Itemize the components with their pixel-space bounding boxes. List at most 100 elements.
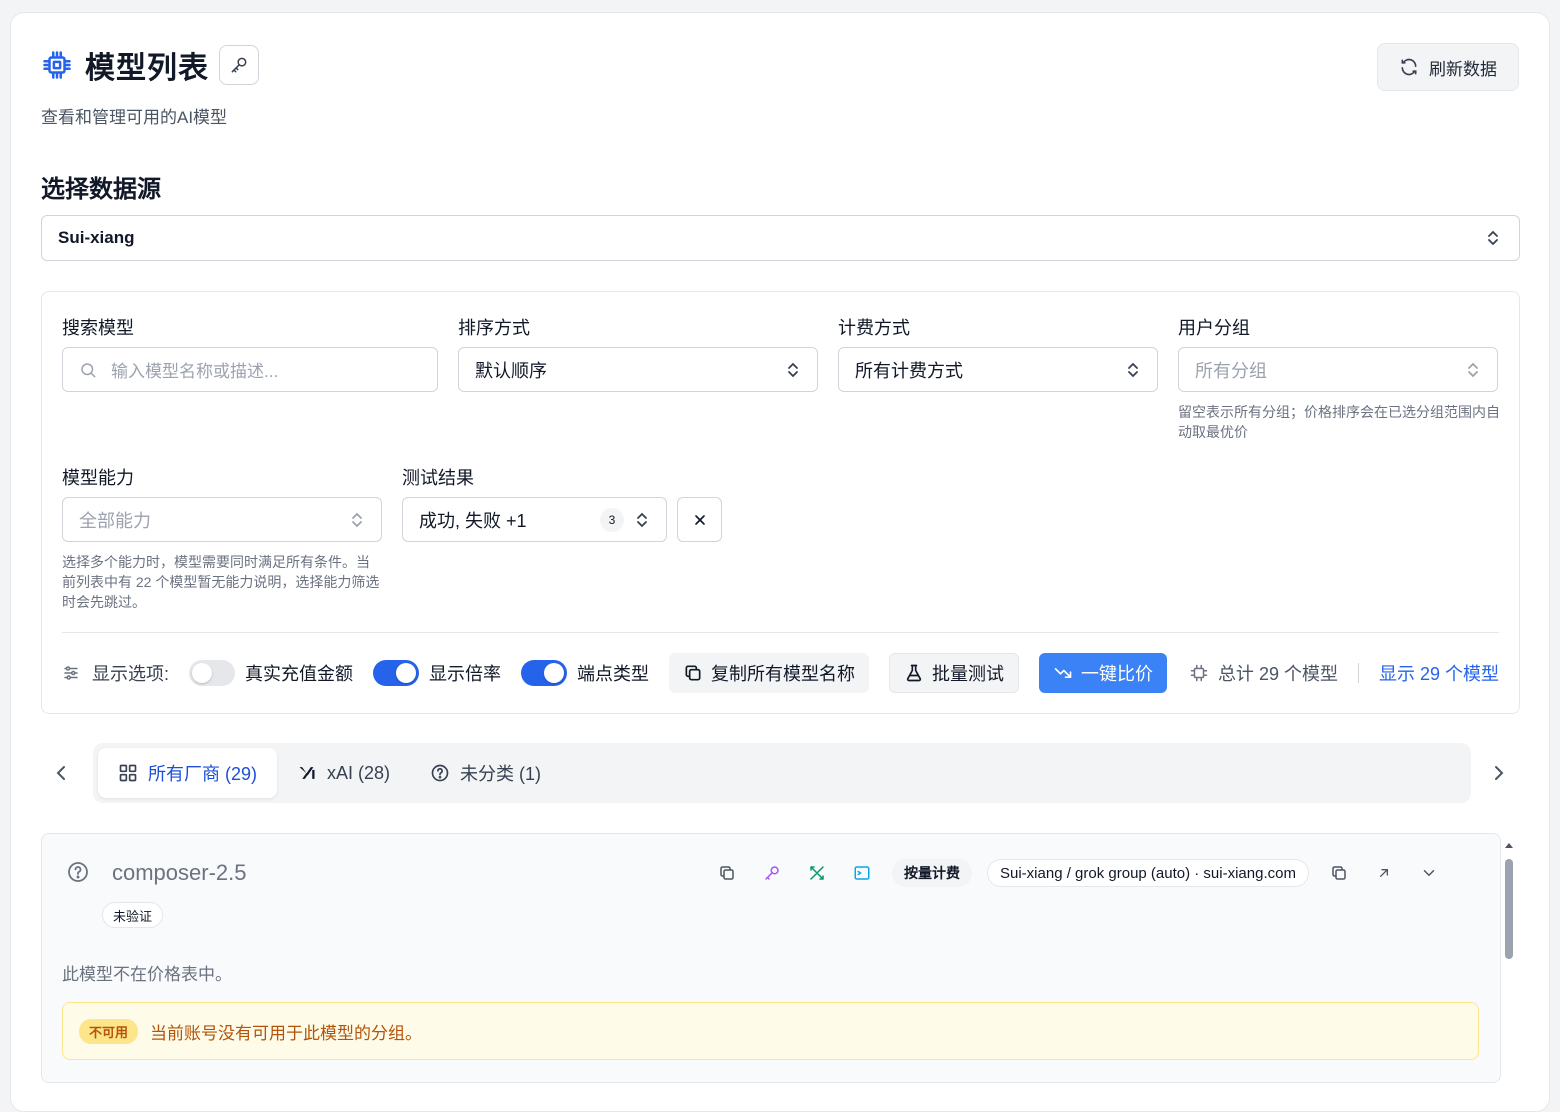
copy-icon — [720, 866, 734, 880]
tab-uncategorized[interactable]: 未分类 (1) — [410, 748, 561, 798]
tab-xai[interactable]: xAI (28) — [277, 748, 410, 798]
unavailable-badge: 不可用 — [79, 1018, 139, 1044]
open-external-button[interactable] — [1369, 858, 1399, 888]
arrow-up-right-icon — [1379, 869, 1388, 877]
real-recharge-toggle[interactable] — [189, 660, 236, 686]
endpoint-type-label: 端点类型 — [577, 664, 650, 684]
status-badge: 未验证 — [102, 902, 164, 928]
expand-card-button[interactable] — [1414, 858, 1444, 888]
question-circle-icon — [66, 860, 90, 889]
tabs-scroll-left-button[interactable] — [53, 761, 69, 790]
capability-label: 模型能力 — [62, 468, 134, 488]
batch-test-button[interactable]: 批量测试 — [889, 653, 1020, 693]
group-hint: 留空表示所有分组；价格排序会在已选分组范围内自动取最优价 — [1178, 404, 1500, 440]
capability-select-placeholder: 全部能力 — [79, 510, 151, 531]
vendor-tabs: 所有厂商 (29) xAI (28) 未分类 (1) — [93, 743, 1471, 803]
tabs-scroll-right-button[interactable] — [1491, 761, 1507, 790]
chevron-right-icon — [1495, 766, 1504, 780]
chevron-updown-icon — [352, 512, 362, 527]
show-ratio-label: 显示倍率 — [429, 664, 502, 684]
api-key-button[interactable] — [219, 45, 259, 85]
source-select[interactable]: Sui-xiang — [41, 215, 1520, 261]
search-label: 搜索模型 — [62, 318, 134, 338]
chevron-down-icon — [1423, 870, 1435, 877]
refresh-button-label: 刷新数据 — [1429, 59, 1497, 79]
group-select-placeholder: 所有分组 — [1195, 360, 1267, 381]
page-subtitle: 查看和管理可用的AI模型 — [41, 108, 228, 127]
billing-select[interactable]: 所有计费方式 — [838, 347, 1158, 392]
stats-divider — [1357, 663, 1359, 683]
filter-divider — [62, 632, 1499, 633]
source-section-title: 选择数据源 — [41, 176, 161, 203]
tab-xai-label: xAI (28) — [327, 762, 391, 783]
display-options-row: 显示选项: 真实充值金额 显示倍率 端点类型 复制所有模型名称 批量测试 一键比… — [62, 652, 1499, 694]
chip-icon — [41, 49, 73, 81]
model-name: composer-2.5 — [112, 860, 247, 885]
model-terminal-button[interactable] — [847, 858, 877, 888]
price-note: 此模型不在价格表中。 — [62, 965, 232, 984]
unavailable-text: 当前账号没有可用于此模型的分组。 — [150, 1023, 423, 1043]
test-result-select[interactable]: 成功, 失败 +1 3 — [402, 497, 667, 542]
group-select[interactable]: 所有分组 — [1178, 347, 1498, 392]
display-options-label: 显示选项: — [92, 664, 170, 684]
terminal-icon — [854, 866, 870, 880]
model-key-button[interactable] — [757, 858, 787, 888]
title-row: 模型列表 — [41, 43, 259, 87]
test-result-count-badge: 3 — [600, 507, 624, 532]
copy-icon — [685, 665, 701, 681]
chevron-updown-icon — [1128, 362, 1138, 377]
sort-select[interactable]: 默认顺序 — [458, 347, 818, 392]
chevron-updown-icon — [1488, 230, 1498, 246]
search-placeholder: 输入模型名称或描述... — [111, 362, 279, 381]
batch-test-label: 批量测试 — [932, 664, 1005, 684]
capability-select[interactable]: 全部能力 — [62, 497, 382, 542]
shown-models-text: 显示 29 个模型 — [1378, 664, 1499, 684]
chip-icon — [1190, 664, 1208, 682]
tools-icon — [810, 866, 824, 880]
content-scrollbar[interactable] — [1503, 837, 1515, 1097]
billing-label: 计费方式 — [838, 318, 910, 338]
tab-all-vendors-label: 所有厂商 (29) — [148, 764, 258, 784]
page-title: 模型列表 — [85, 52, 209, 85]
clear-test-result-button[interactable] — [677, 497, 722, 542]
test-result-value: 成功, 失败 +1 — [419, 510, 527, 531]
copy-icon — [1332, 866, 1346, 880]
chevron-updown-icon — [637, 512, 647, 527]
question-circle-icon — [431, 764, 449, 782]
endpoint-badge: Sui-xiang / grok group (auto) · sui-xian… — [987, 859, 1309, 887]
chevron-left-icon — [56, 766, 65, 780]
copy-all-names-label: 复制所有模型名称 — [711, 664, 856, 684]
refresh-icon — [1401, 58, 1417, 76]
key-icon — [231, 57, 247, 73]
key-icon — [765, 866, 779, 880]
close-icon — [694, 514, 705, 525]
show-ratio-toggle[interactable] — [373, 660, 420, 686]
compare-price-button[interactable]: 一键比价 — [1039, 653, 1168, 693]
sliders-icon — [64, 666, 78, 680]
scrollbar-thumb[interactable] — [1505, 859, 1513, 959]
chevron-updown-icon — [1468, 362, 1478, 377]
sort-select-value: 默认顺序 — [475, 360, 547, 381]
total-models-text: 总计 29 个模型 — [1217, 664, 1338, 684]
trending-down-icon — [1054, 668, 1072, 678]
search-icon — [81, 362, 96, 377]
group-label: 用户分组 — [1178, 318, 1250, 338]
copy-all-names-button[interactable]: 复制所有模型名称 — [669, 653, 870, 693]
tab-all-vendors[interactable]: 所有厂商 (29) — [98, 748, 278, 798]
capability-hint: 选择多个能力时，模型需要同时满足所有条件。当前列表中有 22 个模型暂无能力说明… — [62, 554, 380, 610]
endpoint-type-toggle[interactable] — [521, 660, 568, 686]
refresh-button[interactable]: 刷新数据 — [1377, 43, 1519, 91]
models-panel: 模型列表 查看和管理可用的AI模型 刷新数据 选择数据源 Sui-xiang 搜… — [10, 12, 1550, 1112]
model-tools-button[interactable] — [802, 858, 832, 888]
sort-label: 排序方式 — [458, 318, 530, 338]
copy-endpoint-button[interactable] — [1324, 858, 1354, 888]
xai-logo-icon — [299, 767, 315, 779]
source-select-value: Sui-xiang — [58, 228, 135, 247]
copy-model-name-button[interactable] — [712, 858, 742, 888]
grid-icon — [119, 764, 137, 782]
real-recharge-label: 真实充值金额 — [245, 664, 354, 684]
scroll-up-arrow-icon — [1505, 843, 1513, 848]
model-card: composer-2.5 未验证 按量计费 Sui-xiang / grok g… — [41, 833, 1501, 1083]
tab-uncategorized-label: 未分类 (1) — [460, 764, 542, 784]
search-input[interactable]: 输入模型名称或描述... — [62, 347, 438, 392]
